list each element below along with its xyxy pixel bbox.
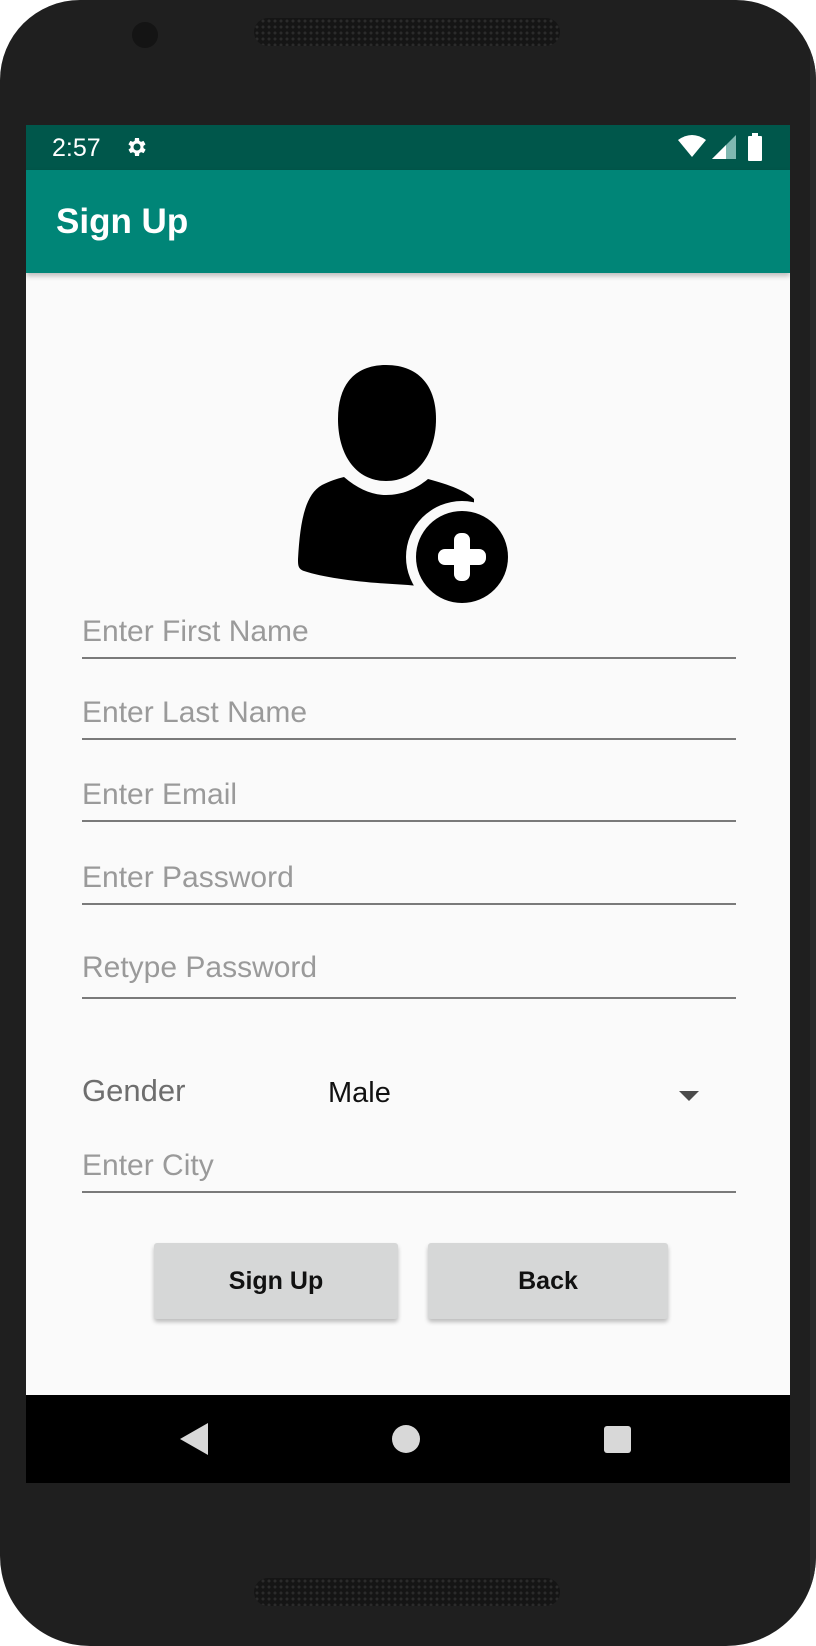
add-user-icon — [298, 365, 518, 605]
screen: 2:57 Sign Up Enter First Name Enter Last… — [26, 125, 790, 1483]
city-field[interactable] — [82, 1149, 736, 1193]
city-input[interactable] — [82, 1149, 736, 1191]
retype-password-field[interactable] — [82, 951, 736, 999]
top-speaker — [254, 18, 560, 46]
status-bar: 2:57 — [26, 125, 790, 170]
bottom-speaker — [254, 1578, 560, 1606]
status-time: 2:57 — [52, 134, 101, 162]
back-button[interactable]: Back — [428, 1243, 668, 1319]
sign-up-button[interactable]: Sign Up — [154, 1243, 398, 1319]
page-title: Sign Up — [56, 202, 189, 241]
navigation-bar — [26, 1395, 790, 1483]
first-name-input[interactable] — [82, 615, 736, 657]
dropdown-arrow-icon — [679, 1091, 699, 1101]
recents-icon[interactable] — [604, 1426, 631, 1453]
back-icon[interactable] — [180, 1423, 210, 1455]
last-name-field[interactable] — [82, 696, 736, 740]
wifi-icon — [678, 135, 706, 157]
cell-signal-icon — [712, 135, 736, 159]
app-bar: Sign Up — [26, 170, 790, 273]
last-name-input[interactable] — [82, 696, 736, 738]
email-field[interactable] — [82, 778, 736, 822]
phone-edge — [810, 0, 816, 1646]
first-name-field[interactable] — [82, 615, 736, 659]
retype-password-input[interactable] — [82, 951, 736, 997]
gender-dropdown[interactable]: Male — [296, 1069, 716, 1119]
password-input[interactable] — [82, 861, 736, 903]
gender-label: Gender — [82, 1073, 186, 1108]
phone-frame: 2:57 Sign Up Enter First Name Enter Last… — [0, 0, 816, 1646]
password-field[interactable] — [82, 861, 736, 905]
gear-icon — [128, 138, 146, 156]
email-input[interactable] — [82, 778, 736, 820]
home-icon[interactable] — [392, 1425, 420, 1453]
battery-icon — [748, 133, 762, 161]
gender-selected-value: Male — [328, 1077, 391, 1109]
front-camera — [132, 22, 158, 48]
